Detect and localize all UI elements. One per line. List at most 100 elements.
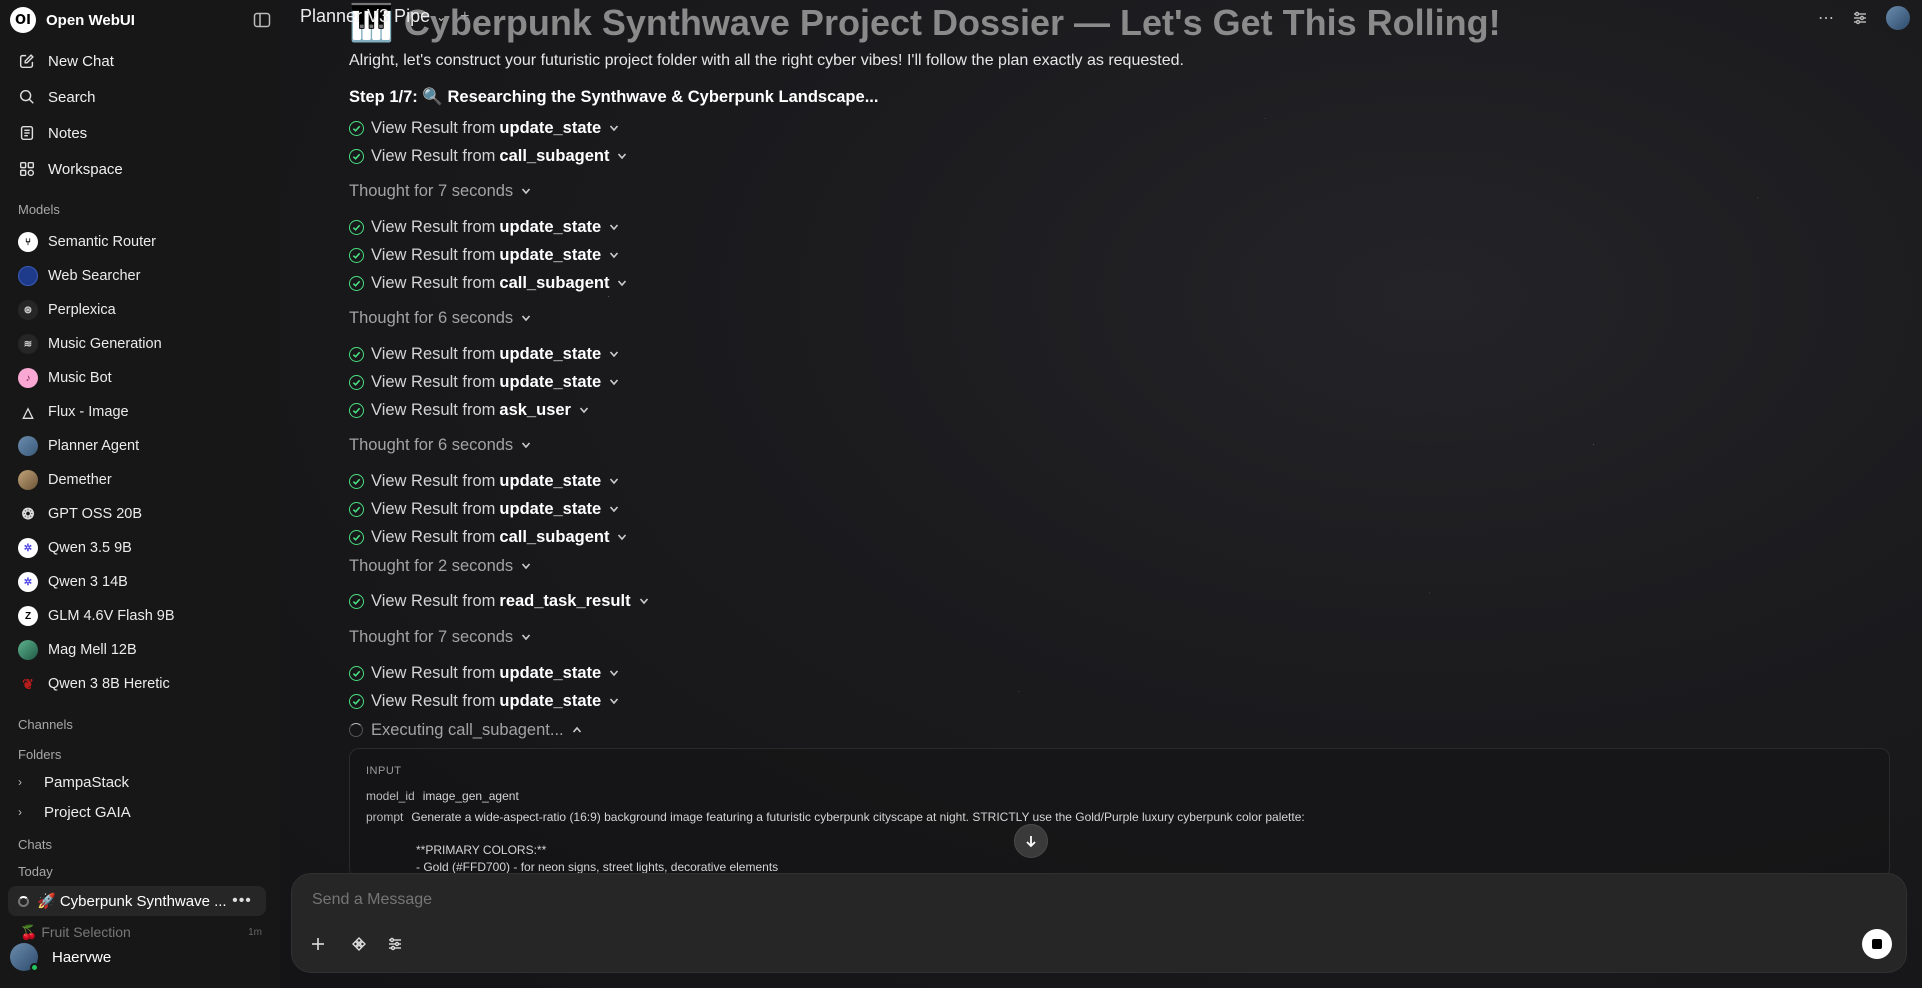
add-model-icon[interactable]: + xyxy=(460,8,469,26)
model-item[interactable]: ✲ Qwen 3 14B xyxy=(10,567,272,597)
tool-result-toggle[interactable]: View Result from update_state xyxy=(349,117,619,139)
tool-name: ask_user xyxy=(499,400,571,419)
chat-item[interactable]: 🍒 Fruit Selection 1m xyxy=(10,920,272,944)
thought-label: Thought for 2 seconds xyxy=(349,556,514,575)
thought-toggle[interactable]: Thought for 2 seconds xyxy=(349,555,531,577)
tool-result-toggle[interactable]: View Result from call_subagent xyxy=(349,145,627,167)
controls-icon[interactable] xyxy=(1852,10,1868,26)
model-selector[interactable]: Planner V3 Pipe ⌄ + xyxy=(300,6,470,27)
more-options-icon[interactable]: ⋯ xyxy=(1818,8,1834,28)
app-logo[interactable]: OI xyxy=(10,7,36,33)
thought-label: Thought for 6 seconds xyxy=(349,435,514,454)
model-item[interactable]: ❦ Qwen 3 8B Heretic xyxy=(10,669,272,699)
model-item[interactable]: ✲ Qwen 3.5 9B xyxy=(10,533,272,563)
zhipu-icon: Z xyxy=(18,606,38,626)
folder-item[interactable]: › PampaStack xyxy=(10,767,272,797)
thought-toggle[interactable]: Thought for 7 seconds xyxy=(349,626,531,648)
edit-icon xyxy=(19,54,34,69)
sidebar: OI Open WebUI New Chat Search Notes Work… xyxy=(0,0,280,988)
channels-section-label[interactable]: Channels xyxy=(18,717,73,732)
triangle-icon: △ xyxy=(22,403,34,420)
chevron-down-icon xyxy=(610,478,619,485)
tool-name: update_state xyxy=(499,499,602,518)
check-circle-icon xyxy=(349,374,364,390)
tool-result-toggle[interactable]: View Result from call_subagent xyxy=(349,272,627,294)
view-result-label: View Result from xyxy=(371,245,496,264)
tool-result-toggle[interactable]: View Result from read_task_result xyxy=(349,590,649,612)
online-status-icon xyxy=(30,963,39,972)
check-circle-icon xyxy=(349,346,364,362)
main-panel: 🎹 Cyberpunk Synthwave Project Dossier — … xyxy=(280,0,1922,988)
message-input[interactable] xyxy=(312,891,1812,909)
settings-button[interactable] xyxy=(383,932,407,956)
user-menu[interactable]: Haervwe xyxy=(10,942,272,972)
puzzle-icon xyxy=(352,937,366,951)
folders-section-label[interactable]: Folders xyxy=(18,747,61,762)
model-item[interactable]: ♪ Music Bot xyxy=(10,363,272,393)
thought-toggle[interactable]: Thought for 6 seconds xyxy=(349,307,531,329)
sidebar-toggle-icon[interactable] xyxy=(252,10,272,30)
chats-section-label[interactable]: Chats xyxy=(18,837,52,852)
tool-result-toggle[interactable]: View Result from update_state xyxy=(349,371,619,393)
thought-toggle[interactable]: Thought for 7 seconds xyxy=(349,180,531,202)
scroll-to-bottom-button[interactable] xyxy=(1014,824,1048,858)
notes-button[interactable]: Notes xyxy=(10,117,272,149)
tool-result-toggle[interactable]: View Result from call_subagent xyxy=(349,526,627,548)
model-item[interactable]: Web Searcher xyxy=(10,261,272,291)
message-intro: Alright, let's construct your futuristic… xyxy=(349,52,1184,69)
view-result-label: View Result from xyxy=(371,344,496,363)
model-label: Music Generation xyxy=(48,336,162,352)
model-label: Demether xyxy=(48,472,112,488)
chat-item-active[interactable]: 🚀 Cyberpunk Synthwave ... ••• xyxy=(8,886,266,916)
tool-result-toggle[interactable]: View Result from update_state xyxy=(349,343,619,365)
prompt-line-2: **PRIMARY COLORS:** xyxy=(416,843,547,857)
search-button[interactable]: Search xyxy=(10,81,272,113)
tool-result-toggle[interactable]: View Result from update_state xyxy=(349,244,619,266)
models-section-label: Models xyxy=(18,202,60,217)
model-item[interactable]: ≋ Music Generation xyxy=(10,329,272,359)
view-result-label: View Result from xyxy=(371,217,496,236)
model-item[interactable]: ⊛ Perplexica xyxy=(10,295,272,325)
stop-icon xyxy=(1872,939,1882,949)
qwen-icon: ✲ xyxy=(18,538,38,558)
tool-result-toggle[interactable]: View Result from update_state xyxy=(349,662,619,684)
stop-generation-button[interactable] xyxy=(1862,929,1892,959)
thought-toggle[interactable]: Thought for 6 seconds xyxy=(349,434,531,456)
sliders-icon xyxy=(389,937,401,951)
model-label: Perplexica xyxy=(48,302,116,318)
workspace-button[interactable]: Workspace xyxy=(10,153,272,185)
tool-result-toggle[interactable]: View Result from update_state xyxy=(349,470,619,492)
model-item[interactable]: ⑂ Semantic Router xyxy=(10,227,272,257)
top-bar: Planner V3 Pipe ⌄ + ⋯ xyxy=(280,0,1922,36)
chat-title: 🚀 Cyberpunk Synthwave ... xyxy=(37,893,227,910)
executing-status[interactable]: Executing call_subagent... xyxy=(349,719,582,741)
model-item[interactable]: Mag Mell 12B xyxy=(10,635,272,665)
view-result-label: View Result from xyxy=(371,273,496,292)
integrations-button[interactable] xyxy=(347,932,371,956)
qwen-icon: ✲ xyxy=(18,572,38,592)
more-options-icon[interactable]: ••• xyxy=(227,892,257,910)
model-item[interactable]: Planner Agent xyxy=(10,431,272,461)
tool-result-toggle[interactable]: View Result from update_state xyxy=(349,216,619,238)
attach-button[interactable] xyxy=(306,932,330,956)
model-label: Flux - Image xyxy=(48,404,129,420)
tool-result-toggle[interactable]: View Result from update_state xyxy=(349,498,619,520)
model-item[interactable]: ❂ GPT OSS 20B xyxy=(10,499,272,529)
model-item[interactable]: Demether xyxy=(10,465,272,495)
check-circle-icon xyxy=(349,275,364,291)
check-circle-icon xyxy=(349,219,364,235)
tool-result-toggle[interactable]: View Result from update_state xyxy=(349,690,619,712)
app-name[interactable]: Open WebUI xyxy=(46,12,135,29)
model-item[interactable]: Z GLM 4.6V Flash 9B xyxy=(10,601,272,631)
check-circle-icon xyxy=(349,247,364,263)
prompt-value: Generate a wide-aspect-ratio (16:9) back… xyxy=(411,810,1305,824)
user-avatar[interactable] xyxy=(1886,6,1910,30)
folder-item[interactable]: › Project GAIA xyxy=(10,797,272,827)
model-label: GLM 4.6V Flash 9B xyxy=(48,608,175,624)
new-chat-button[interactable]: New Chat xyxy=(10,45,272,77)
tool-result-toggle[interactable]: View Result from ask_user xyxy=(349,399,589,421)
top-bar-actions: ⋯ xyxy=(1818,6,1910,30)
model-item[interactable]: △ Flux - Image xyxy=(10,397,272,427)
model-label: Music Bot xyxy=(48,370,112,386)
check-circle-icon xyxy=(349,593,364,609)
